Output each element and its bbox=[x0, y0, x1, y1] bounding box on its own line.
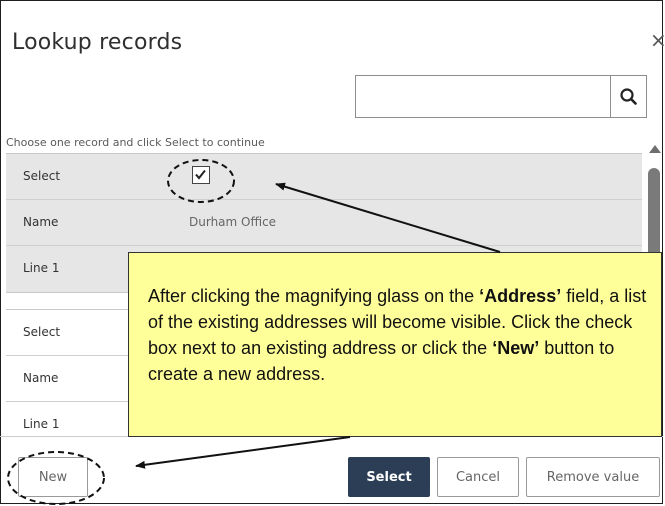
dialog-title: Lookup records bbox=[12, 30, 183, 55]
remove-value-button[interactable]: Remove value bbox=[526, 457, 660, 497]
close-icon[interactable]: × bbox=[650, 30, 665, 50]
new-button[interactable]: New bbox=[18, 457, 88, 497]
search-input[interactable] bbox=[356, 76, 610, 117]
select-button[interactable]: Select bbox=[348, 457, 430, 497]
name-label: Name bbox=[23, 371, 59, 385]
instruction-text: Choose one record and click Select to co… bbox=[6, 136, 265, 149]
search-box bbox=[355, 75, 647, 118]
checkmark-icon bbox=[195, 169, 206, 180]
line1-label: Line 1 bbox=[23, 417, 60, 431]
record-select-row: Select bbox=[6, 154, 642, 200]
callout-bold-new: ‘New’ bbox=[492, 338, 540, 358]
search-button[interactable] bbox=[610, 76, 646, 117]
scroll-up-icon[interactable] bbox=[649, 145, 661, 153]
annotation-callout: After clicking the magnifying glass on t… bbox=[128, 252, 662, 437]
name-label: Name bbox=[23, 215, 59, 229]
name-value: Durham Office bbox=[189, 215, 277, 229]
callout-bold-address: ‘Address’ bbox=[479, 286, 562, 306]
select-label: Select bbox=[23, 169, 61, 183]
callout-text: After clicking the magnifying glass on t… bbox=[148, 286, 480, 306]
search-icon bbox=[620, 88, 637, 105]
record-name-row: Name Durham Office bbox=[6, 200, 642, 246]
select-checkbox[interactable] bbox=[192, 166, 210, 184]
cancel-button[interactable]: Cancel bbox=[437, 457, 519, 497]
line1-label: Line 1 bbox=[23, 261, 60, 275]
select-label: Select bbox=[23, 325, 61, 339]
